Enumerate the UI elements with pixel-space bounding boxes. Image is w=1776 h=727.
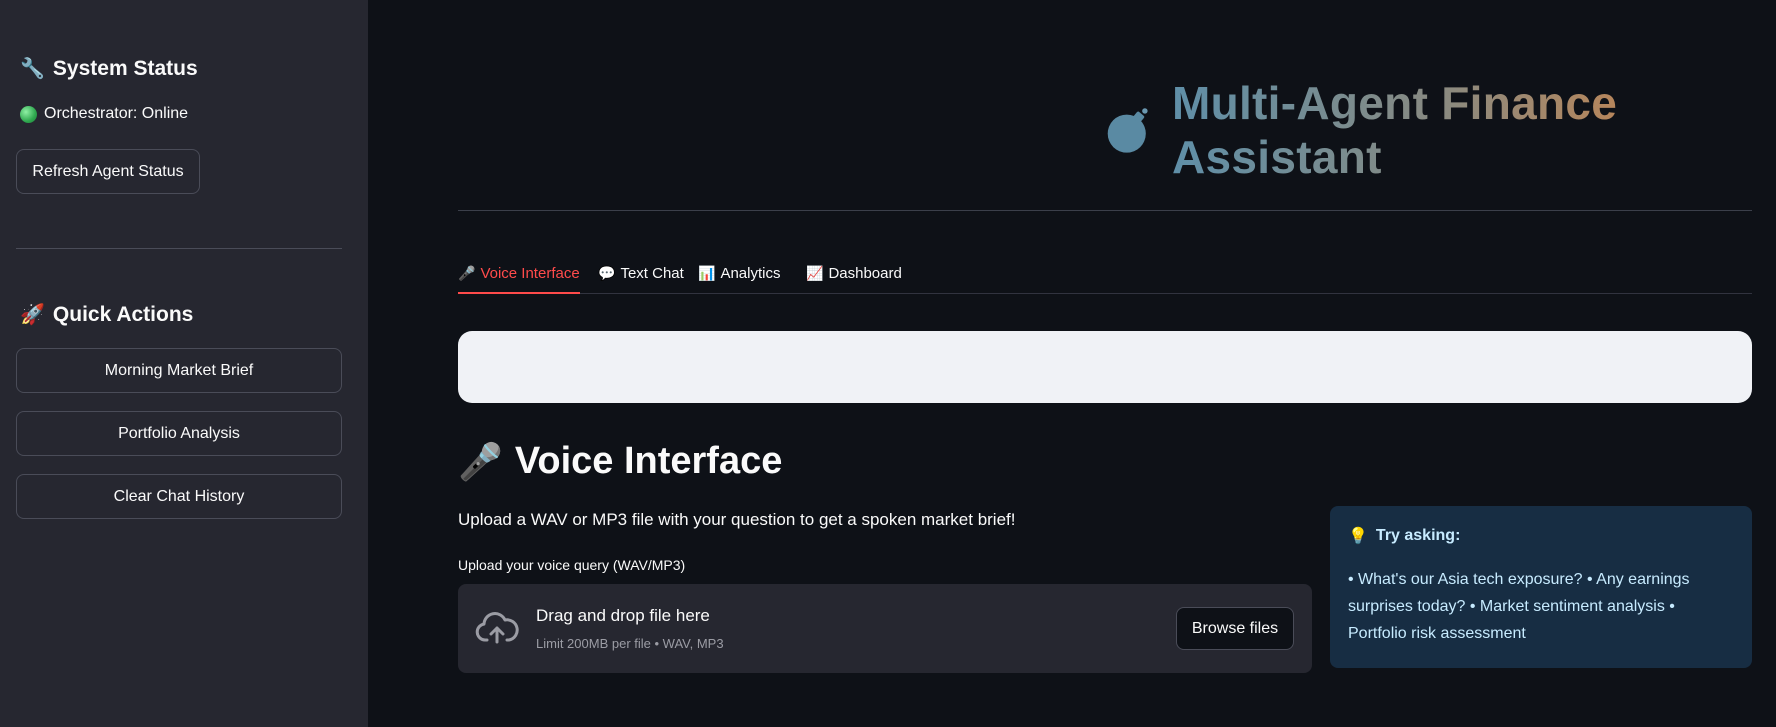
status-online-icon — [20, 105, 37, 123]
morning-market-brief-button[interactable]: Morning Market Brief — [16, 348, 342, 393]
empty-banner — [458, 331, 1752, 403]
refresh-agent-status-button[interactable]: Refresh Agent Status — [16, 149, 200, 194]
orchestrator-status-text: Orchestrator: Online — [44, 105, 189, 122]
sidebar: 🔧 System Status Orchestrator: Online Ref… — [0, 0, 368, 727]
dropzone-limit: Limit 200MB per file • WAV, MP3 — [536, 636, 724, 651]
tab-voice-interface[interactable]: 🎤 Voice Interface — [458, 258, 580, 294]
system-status-title: System Status — [52, 56, 198, 80]
quick-actions-title: Quick Actions — [52, 302, 194, 326]
microphone-icon: 🎤 — [458, 440, 503, 482]
tab-label: Voice Interface — [480, 264, 580, 282]
clear-chat-history-button[interactable]: Clear Chat History — [16, 474, 342, 519]
dropzone-title: Drag and drop file here — [536, 606, 710, 625]
file-dropzone[interactable]: Drag and drop file here Limit 200MB per … — [458, 584, 1312, 673]
bar-chart-icon: 📊 — [698, 264, 716, 281]
quick-actions-heading: 🚀 Quick Actions — [20, 302, 193, 327]
trending-chart-icon: 📈 — [806, 264, 824, 281]
upload-label: Upload your voice query (WAV/MP3) — [458, 557, 686, 573]
page-header: Multi-Agent Finance Assistant — [1105, 77, 1776, 183]
tab-label: Dashboard — [828, 264, 902, 282]
tab-bar: 🎤 Voice Interface 💬 Text Chat 📊 Analytic… — [458, 258, 1752, 294]
lightbulb-icon: 💡 — [1348, 528, 1368, 545]
try-asking-title: Try asking: — [1375, 527, 1461, 544]
page-title: Multi-Agent Finance Assistant — [1172, 76, 1776, 184]
orchestrator-status: Orchestrator: Online — [20, 105, 188, 123]
tab-text-chat[interactable]: 💬 Text Chat — [598, 258, 684, 294]
voice-description: Upload a WAV or MP3 file with your quest… — [458, 510, 1016, 529]
voice-interface-heading: 🎤 Voice Interface — [458, 440, 782, 483]
bomb-icon — [1107, 108, 1148, 153]
tab-dashboard[interactable]: 📈 Dashboard — [806, 258, 902, 294]
tab-analytics[interactable]: 📊 Analytics — [698, 258, 780, 294]
sidebar-divider — [16, 248, 342, 249]
voice-interface-title: Voice Interface — [514, 440, 783, 482]
speech-bubble-icon: 💬 — [598, 264, 616, 281]
system-status-heading: 🔧 System Status — [20, 56, 198, 81]
main-content: Multi-Agent Finance Assistant 🎤 Voice In… — [368, 0, 1776, 727]
microphone-icon: 🎤 — [458, 264, 476, 281]
header-divider — [458, 210, 1752, 211]
portfolio-analysis-button[interactable]: Portfolio Analysis — [16, 411, 342, 456]
browse-files-button[interactable]: Browse files — [1176, 607, 1294, 650]
tab-label: Text Chat — [620, 264, 684, 282]
tab-label: Analytics — [720, 264, 781, 282]
try-asking-heading: 💡 Try asking: — [1348, 526, 1736, 546]
try-asking-examples: • What's our Asia tech exposure? • Any e… — [1348, 571, 1690, 642]
try-asking-box: 💡 Try asking: • What's our Asia tech exp… — [1330, 506, 1752, 668]
cloud-upload-icon — [475, 612, 519, 644]
rocket-icon: 🚀 — [20, 304, 45, 326]
wrench-icon: 🔧 — [20, 58, 45, 80]
